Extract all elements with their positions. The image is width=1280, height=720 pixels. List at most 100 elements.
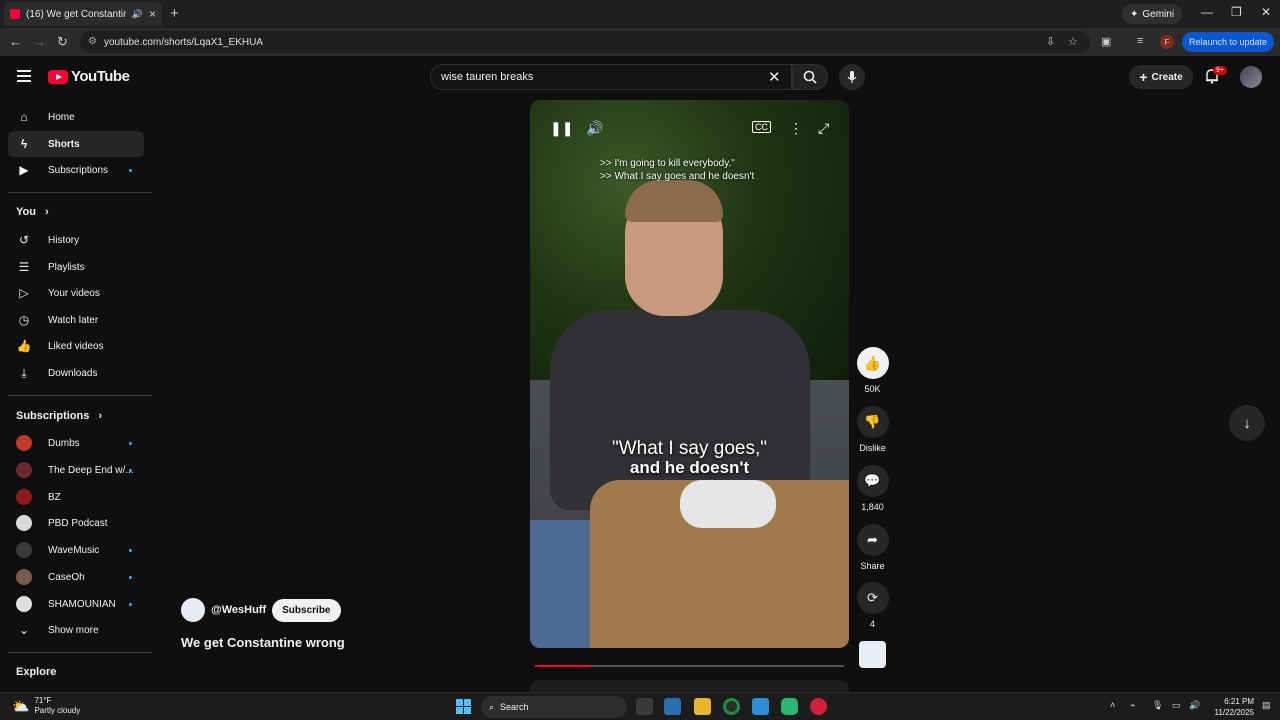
voice-search-button[interactable] <box>839 64 865 90</box>
subscriptions-heading[interactable]: Subscriptions › <box>16 410 102 422</box>
fullscreen-icon[interactable]: ⤢ <box>818 120 829 137</box>
weather-widget[interactable]: ⛅ 71°F Partly cloudy <box>12 696 80 716</box>
youtube-favicon-icon <box>10 9 20 19</box>
closed-captions-button[interactable]: CC <box>752 121 771 133</box>
shorts-video-player[interactable]: ❚❚ 🔊 CC ⋮ ⤢ >> I'm going to kill everybo… <box>530 100 849 648</box>
comments-button[interactable]: 💬 <box>856 465 889 497</box>
you-heading[interactable]: You › <box>16 206 49 218</box>
dislike-action[interactable]: 👎 Dislike <box>856 406 889 453</box>
media-controls-icon[interactable]: ≡ <box>1137 35 1143 47</box>
pause-icon[interactable]: ❚❚ <box>550 120 573 137</box>
sidebar-item-liked-videos[interactable]: 👍 Liked videos <box>8 333 144 359</box>
windows-start-icon[interactable] <box>456 699 471 714</box>
your-videos-icon: ▷ <box>19 286 29 300</box>
dislike-button[interactable]: 👎 <box>856 406 889 438</box>
clear-search-icon[interactable]: ✕ <box>768 68 781 86</box>
gemini-button[interactable]: ✦ Gemini <box>1122 4 1183 24</box>
channel-handle[interactable]: @WesHuff <box>211 604 266 616</box>
browser-tab[interactable]: (16) We get Constantine w 🔊 × <box>4 2 162 26</box>
video-progress-bar[interactable] <box>535 665 844 667</box>
channel-avatar[interactable] <box>181 598 205 622</box>
relaunch-button[interactable]: Relaunch to update <box>1182 32 1274 52</box>
show-more-button[interactable]: ⌄ Show more <box>8 617 144 643</box>
sidebar-item-your-videos[interactable]: ▷ Your videos <box>8 280 144 306</box>
video-title[interactable]: We get Constantine wrong <box>181 635 345 650</box>
more-options-icon[interactable]: ⋮ <box>789 120 803 137</box>
forward-button[interactable]: → <box>33 34 46 49</box>
search-button[interactable] <box>792 64 828 90</box>
remix-button[interactable]: ⟳ <box>856 582 889 614</box>
show-hidden-icons[interactable]: ˄ <box>1110 700 1115 710</box>
menu-icon[interactable] <box>17 70 31 82</box>
side-panel-icon[interactable]: ▣ <box>1101 35 1111 48</box>
new-tab-button[interactable]: + <box>170 5 179 22</box>
subscription-dumbs[interactable]: Dumbs <box>8 430 144 456</box>
address-bar[interactable]: ⚙ youtube.com/shorts/LqaX1_EKHUA <box>80 31 1090 53</box>
subscription-the-deep-end[interactable]: The Deep End w/... <box>8 457 144 483</box>
sound-thumbnail[interactable] <box>859 641 886 668</box>
share-button[interactable]: ➦ <box>856 524 889 556</box>
taskbar-search[interactable]: ⌕ Search <box>481 696 627 718</box>
sidebar-item-downloads[interactable]: ⤓ Downloads <box>8 360 144 386</box>
system-clock[interactable]: 6:21 PM 11/22/2025 <box>1208 696 1254 718</box>
like-button[interactable]: 👍 <box>856 347 889 379</box>
volume-icon[interactable]: 🔊 <box>586 120 603 137</box>
chrome-icon[interactable] <box>723 698 740 715</box>
tab-audio-icon[interactable]: 🔊 <box>132 9 143 20</box>
profile-avatar[interactable]: F <box>1160 35 1174 49</box>
subscription-shamounian[interactable]: SHAMOUNIAN <box>8 591 144 617</box>
notifications-center-icon[interactable]: ▤ <box>1262 700 1271 711</box>
speaker-icon[interactable]: 🔊 <box>1189 700 1200 711</box>
android-app-icon[interactable] <box>781 698 798 715</box>
channel-avatar <box>16 596 32 612</box>
install-app-icon[interactable]: ⇩ <box>1046 35 1055 48</box>
like-action[interactable]: 👍 50K <box>856 347 889 394</box>
sidebar-item-shorts[interactable]: ϟ Shorts <box>8 131 144 157</box>
sidebar-item-label: SHAMOUNIAN <box>48 598 116 610</box>
create-button[interactable]: + Create <box>1129 65 1193 89</box>
sidebar-item-label: CaseOh <box>48 571 85 583</box>
creative-cloud-icon[interactable] <box>810 698 827 715</box>
account-avatar[interactable] <box>1240 66 1262 88</box>
subscribe-button[interactable]: Subscribe <box>272 598 341 622</box>
search-input[interactable]: wise tauren breaks <box>430 64 792 90</box>
sidebar-item-home[interactable]: ⌂ Home <box>8 104 144 130</box>
notepad-icon[interactable] <box>752 698 769 715</box>
subscription-caseoh[interactable]: CaseOh <box>8 564 144 590</box>
site-info-icon[interactable]: ⚙ <box>88 36 97 47</box>
file-explorer-icon[interactable] <box>694 698 711 715</box>
sidebar-item-watch-later[interactable]: ◷ Watch later <box>8 307 144 333</box>
display-icon[interactable]: ▭ <box>1172 700 1181 711</box>
microphone-tray-icon[interactable]: 🎙 <box>1152 700 1163 711</box>
like-count: 50K <box>864 384 881 394</box>
subscription-pbd-podcast[interactable]: PBD Podcast <box>8 510 144 536</box>
network-icon[interactable]: ⌁ <box>1130 700 1135 711</box>
youtube-logo[interactable]: YouTube <box>48 68 130 85</box>
home-icon: ⌂ <box>20 110 28 124</box>
subscription-bz[interactable]: BZ <box>8 484 144 510</box>
sidebar-item-label: Shorts <box>48 138 80 150</box>
minimize-button[interactable]: — <box>1201 5 1213 19</box>
back-button[interactable]: ← <box>9 34 22 49</box>
sidebar-item-history[interactable]: ↺ History <box>8 227 144 253</box>
tab-close-button[interactable]: × <box>149 7 156 21</box>
comments-action[interactable]: 💬 1,840 <box>856 465 889 512</box>
bookmark-star-icon[interactable]: ☆ <box>1068 35 1078 48</box>
remix-action[interactable]: ⟳ 4 <box>856 582 889 629</box>
widgets-app-icon[interactable] <box>664 698 681 715</box>
sidebar-item-playlists[interactable]: ☰ Playlists <box>8 254 144 280</box>
task-view-icon[interactable] <box>636 698 653 715</box>
relaunch-label: Relaunch to update <box>1188 37 1268 47</box>
sidebar-item-subscriptions[interactable]: ▶ Subscriptions <box>8 157 144 183</box>
channel-avatar <box>16 489 32 505</box>
channel-avatar <box>16 462 32 478</box>
share-action[interactable]: ➦ Share <box>856 524 889 571</box>
history-icon: ↺ <box>18 233 30 247</box>
reload-button[interactable]: ↻ <box>57 34 68 50</box>
subscription-wavemusic[interactable]: WaveMusic <box>8 537 144 563</box>
close-window-button[interactable]: ✕ <box>1261 5 1271 19</box>
maximize-button[interactable]: ❐ <box>1231 5 1242 19</box>
youtube-header: YouTube wise tauren breaks ✕ + Create 9+ <box>0 56 1280 98</box>
next-video-button[interactable]: ↓ <box>1229 405 1265 441</box>
search-icon: ⌕ <box>489 701 495 712</box>
